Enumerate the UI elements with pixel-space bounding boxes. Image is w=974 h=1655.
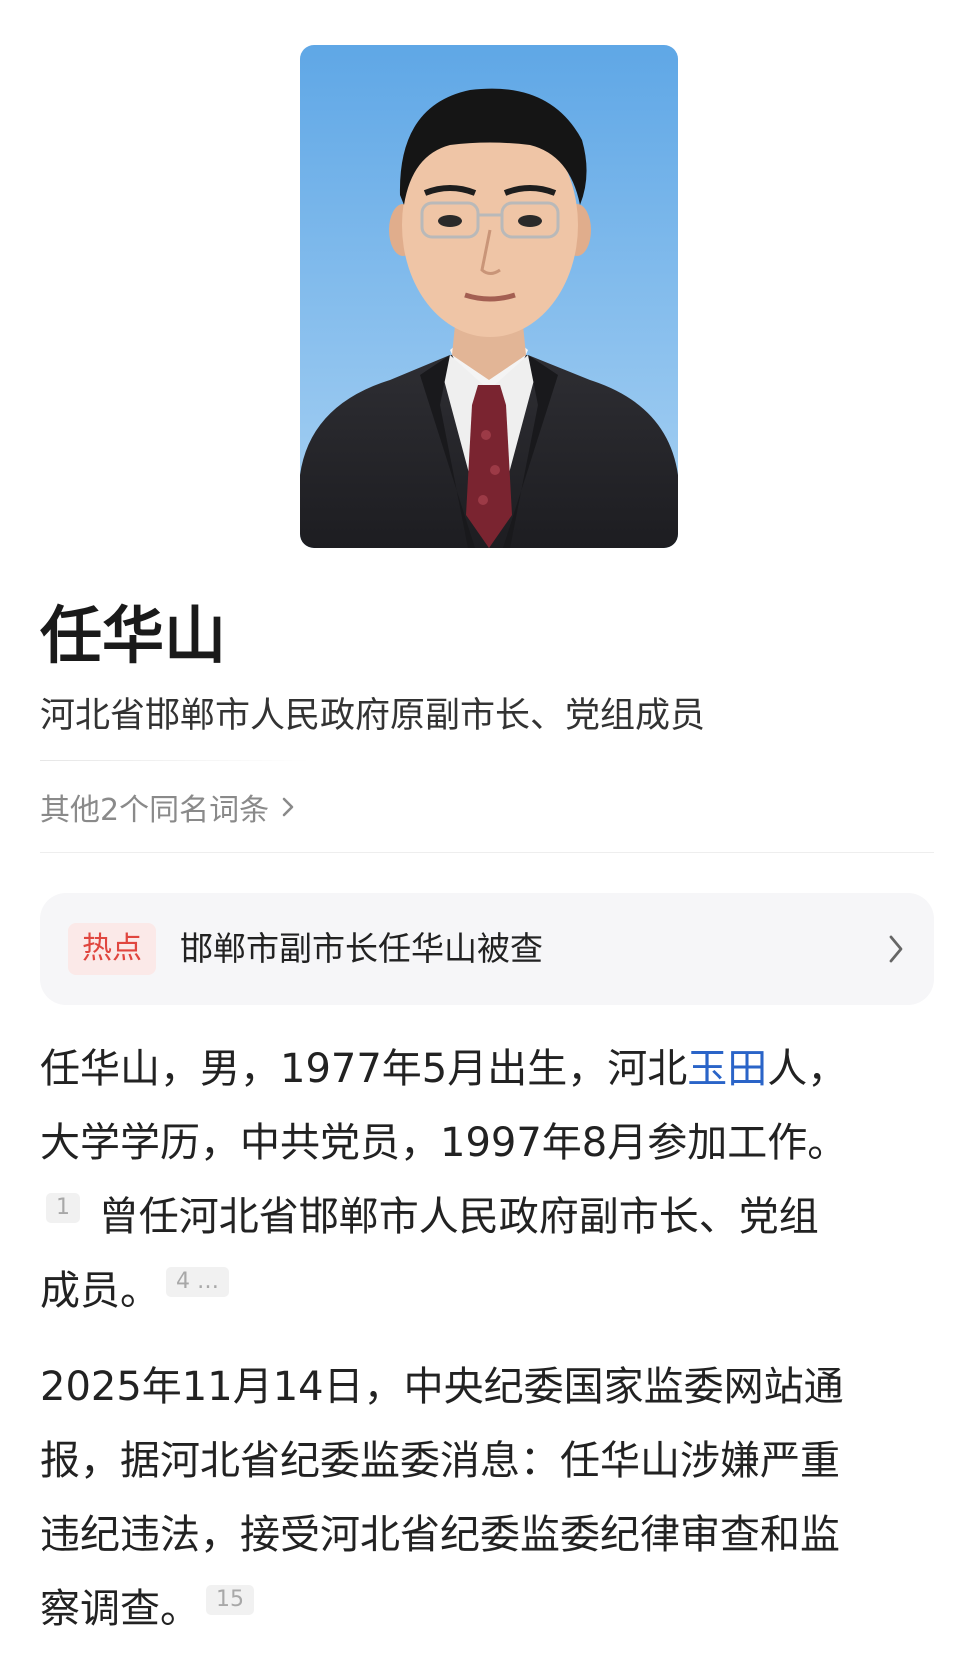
text-line: 任华山，男，1977年5月出生，河北玉田人， — [40, 1032, 935, 1106]
text-line: 报，据河北省纪委监委消息：任华山涉嫌严重 — [40, 1438, 840, 1484]
hot-badge: 热点 — [68, 923, 156, 975]
text-line: 1 曾任河北省邯郸市人民政府副市长、党组 — [40, 1180, 935, 1254]
text-line: 察调查。 15 — [40, 1572, 935, 1646]
chevron-right-icon — [282, 797, 294, 817]
same-name-label: 其他2个同名词条 — [40, 793, 270, 828]
reference-marker[interactable]: 4 … — [166, 1267, 229, 1297]
yutian-link[interactable]: 玉田 — [687, 1046, 767, 1092]
reference-marker[interactable]: 1 — [46, 1193, 80, 1223]
reference-marker[interactable]: 15 — [206, 1585, 254, 1615]
entry-title: 任华山 — [40, 599, 227, 672]
text-segment: 成员。 — [40, 1268, 160, 1314]
text-line: 成员。 4 … — [40, 1254, 935, 1328]
text-line: 2025年11月14日，中央纪委国家监委网站通 — [40, 1364, 844, 1410]
news-paragraph: 2025年11月14日，中央纪委国家监委网站通 报，据河北省纪委监委消息：任华山… — [40, 1350, 935, 1646]
text-segment: 任华山，男，1977年5月出生，河北 — [40, 1046, 688, 1092]
chevron-right-icon — [889, 935, 903, 963]
hot-news-card[interactable]: 热点 邯郸市副市长任华山被查 — [40, 893, 934, 1005]
text-segment: 察调查。 — [40, 1586, 200, 1632]
same-name-entries-link[interactable]: 其他2个同名词条 — [40, 787, 297, 828]
divider — [40, 760, 310, 761]
divider — [40, 852, 934, 853]
text-segment: 人， — [767, 1046, 848, 1092]
portrait-photo[interactable] — [300, 45, 678, 548]
intro-paragraph: 任华山，男，1977年5月出生，河北玉田人， 大学学历，中共党员，1997年8月… — [40, 1032, 935, 1328]
hot-headline: 邯郸市副市长任华山被查 — [180, 929, 543, 968]
text-line: 违纪违法，接受河北省纪委监委纪律审查和监 — [40, 1512, 840, 1558]
text-segment: 曾任河北省邯郸市人民政府副市长、党组 — [98, 1194, 819, 1240]
entry-description: 河北省邯郸市人民政府原副市长、党组成员 — [40, 696, 706, 736]
portrait-image — [300, 45, 678, 548]
text-line: 大学学历，中共党员，1997年8月参加工作。 — [40, 1120, 848, 1166]
